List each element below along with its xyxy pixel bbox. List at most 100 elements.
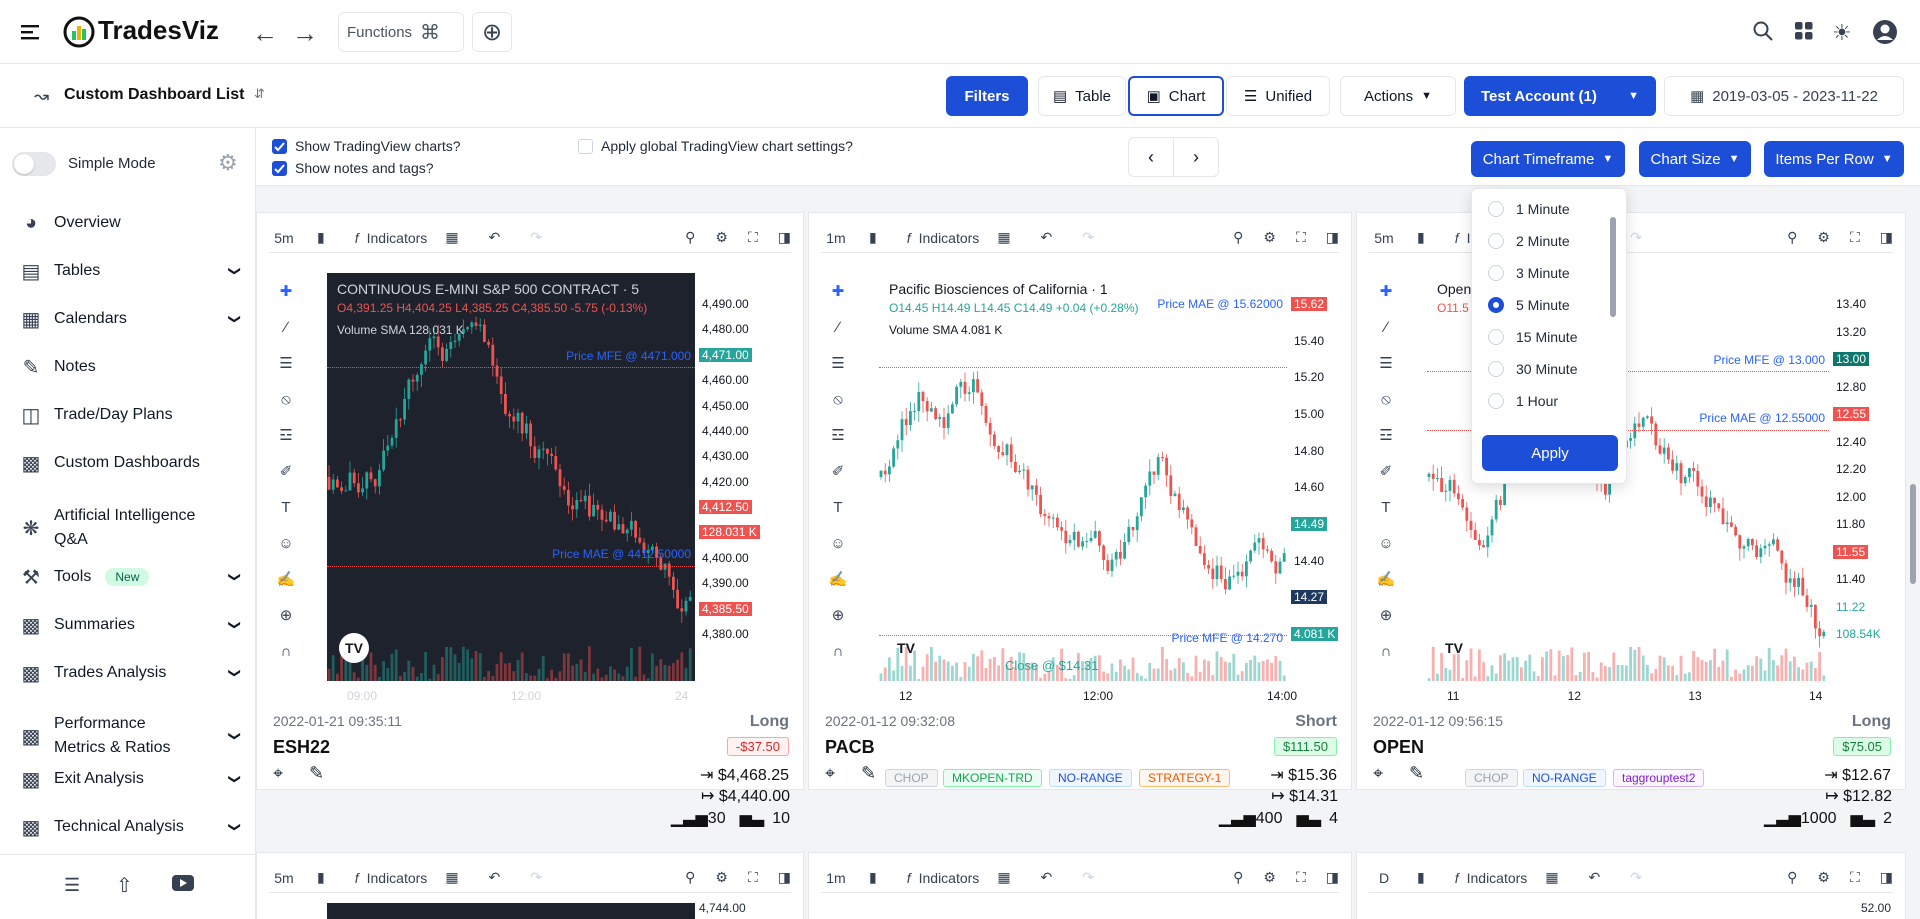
emoji-icon[interactable]: ☺ — [269, 525, 303, 561]
templates-icon[interactable]: ▦ — [445, 869, 458, 886]
alert-icon[interactable]: ⚲ — [1233, 229, 1243, 246]
candles-icon[interactable]: ▮ — [1417, 869, 1425, 886]
radio-icon[interactable] — [1488, 361, 1504, 377]
crosshair-icon[interactable]: ✚ — [1369, 273, 1403, 309]
ruler-icon[interactable]: ✍ — [269, 561, 303, 597]
text-icon[interactable]: T — [821, 489, 855, 525]
sidebar-item-trades-analysis[interactable]: ▩ Trades Analysis ❯ — [20, 662, 242, 685]
trade-symbol[interactable]: ESH22 — [273, 737, 330, 758]
zoom-icon[interactable]: ⊕ — [821, 597, 855, 633]
candles-icon[interactable]: ▮ — [1417, 229, 1425, 246]
fullscreen-icon[interactable]: ⛶ — [748, 869, 758, 886]
sort-chevron-icon[interactable]: ⇵ — [254, 86, 265, 102]
search-icon[interactable] — [1752, 20, 1774, 46]
camera-icon[interactable]: ◨ — [1326, 229, 1339, 246]
chart-size-dropdown[interactable]: Chart Size ▼ — [1639, 141, 1751, 177]
timeframe-option[interactable]: 1 Hour — [1488, 393, 1558, 409]
candles-icon[interactable]: ▮ — [317, 229, 325, 246]
sun-theme-icon[interactable]: ☀ — [1832, 20, 1852, 46]
projection-icon[interactable]: ☲ — [821, 417, 855, 453]
interval-label[interactable]: 1m — [821, 230, 851, 246]
price-chart[interactable]: CONTINUOUS E-MINI S&P 500 CONTRACT · 5 O4… — [327, 273, 695, 681]
unified-view-button[interactable]: ☰ Unified — [1226, 76, 1330, 116]
redo-icon[interactable]: ↷ — [1082, 229, 1094, 246]
sidebar-item-exit-analysis[interactable]: ▩ Exit Analysis ❯ — [20, 768, 242, 791]
interval-label[interactable]: 5m — [1369, 230, 1399, 246]
brush-icon[interactable]: ✐ — [1369, 453, 1403, 489]
actions-dropdown[interactable]: Actions ▼ — [1340, 76, 1456, 116]
function-icon[interactable]: f — [355, 870, 359, 886]
main-scrollbar[interactable] — [1908, 194, 1918, 914]
sidebar-item-artificial-intelligence[interactable]: ❋ Artificial Intelligence Q&A — [20, 504, 240, 552]
undo-icon[interactable]: ↶ — [1041, 869, 1053, 886]
hamburger-menu-icon[interactable] — [20, 22, 42, 42]
settings-icon[interactable]: ⚙ — [1817, 869, 1830, 886]
forward-arrow-icon[interactable]: → — [292, 18, 318, 49]
youtube-icon[interactable] — [172, 875, 194, 891]
dashboard-title[interactable]: Custom Dashboard List — [64, 86, 244, 104]
target-icon[interactable]: ⌖ — [825, 763, 835, 784]
redo-icon[interactable]: ↷ — [1630, 869, 1642, 886]
templates-icon[interactable]: ▦ — [1545, 869, 1558, 886]
camera-icon[interactable]: ◨ — [1880, 229, 1893, 246]
date-range-picker[interactable]: ▦ 2019-03-05 - 2023-11-22 — [1664, 76, 1904, 116]
fib-icon[interactable]: ☰ — [1369, 345, 1403, 381]
edit-pencil-icon[interactable]: ✎ — [861, 763, 876, 784]
tag-badge[interactable]: NO-RANGE — [1049, 769, 1132, 787]
candles-icon[interactable]: ▮ — [317, 869, 325, 886]
settings-icon[interactable]: ⚙ — [1817, 229, 1830, 246]
fib-icon[interactable]: ☰ — [821, 345, 855, 381]
sidebar-item-technical-analysis[interactable]: ▩ Technical Analysis ❯ — [20, 816, 242, 839]
settings-icon[interactable]: ⚙ — [1263, 229, 1276, 246]
projection-icon[interactable]: ☲ — [269, 417, 303, 453]
candles-icon[interactable]: ▮ — [869, 869, 877, 886]
candles-icon[interactable]: ▮ — [869, 229, 877, 246]
pattern-icon[interactable]: ⦸ — [1369, 381, 1403, 417]
show-tv-option[interactable]: Show TradingView charts? — [272, 138, 461, 154]
trade-symbol[interactable]: OPEN — [1373, 737, 1424, 758]
functions-button[interactable]: Functions ⌘ — [338, 12, 464, 52]
projection-icon[interactable]: ☲ — [1369, 417, 1403, 453]
indicators-label[interactable]: Indicators — [919, 870, 980, 886]
timeframe-option[interactable]: 1 Minute — [1488, 201, 1570, 217]
radio-icon[interactable] — [1488, 329, 1504, 345]
sidebar-item-calendars[interactable]: ▦ Calendars ❯ — [20, 308, 242, 331]
pattern-icon[interactable]: ⦸ — [821, 381, 855, 417]
settings-icon[interactable]: ⚙ — [715, 229, 728, 246]
settings-icon[interactable]: ⚙ — [715, 869, 728, 886]
fullscreen-icon[interactable]: ⛶ — [1296, 229, 1306, 246]
trade-symbol[interactable]: PACB — [825, 737, 875, 758]
camera-icon[interactable]: ◨ — [1326, 869, 1339, 886]
ruler-icon[interactable]: ✍ — [821, 561, 855, 597]
templates-icon[interactable]: ▦ — [997, 869, 1010, 886]
function-icon[interactable]: f — [907, 870, 911, 886]
alert-icon[interactable]: ⚲ — [1233, 869, 1243, 886]
indicators-label[interactable]: Indicators — [367, 870, 428, 886]
function-icon[interactable]: f — [355, 230, 359, 246]
emoji-icon[interactable]: ☺ — [821, 525, 855, 561]
user-avatar-icon[interactable] — [1872, 19, 1898, 49]
tag-badge[interactable]: taggrouptest2 — [1613, 769, 1705, 787]
timeframe-apply-button[interactable]: Apply — [1482, 435, 1618, 471]
dropdown-scrollbar[interactable] — [1610, 217, 1616, 317]
undo-icon[interactable]: ↶ — [1041, 229, 1053, 246]
camera-icon[interactable]: ◨ — [778, 869, 791, 886]
sidebar-item-custom-dashboards[interactable]: ▩ Custom Dashboards — [20, 452, 240, 475]
fullscreen-icon[interactable]: ⛶ — [748, 229, 758, 246]
magnet-icon[interactable]: ∩ — [1369, 633, 1403, 669]
radio-icon[interactable] — [1488, 201, 1504, 217]
interval-label[interactable]: 1m — [821, 870, 851, 886]
timeframe-option[interactable]: 3 Minute — [1488, 265, 1570, 281]
trend-line-icon[interactable]: ∕ — [1369, 309, 1403, 345]
next-page-button[interactable]: › — [1173, 137, 1219, 177]
pattern-icon[interactable]: ⦸ — [269, 381, 303, 417]
tag-badge[interactable]: CHOP — [1465, 769, 1518, 787]
tag-badge[interactable]: CHOP — [885, 769, 938, 787]
settings-icon[interactable]: ⚙ — [1263, 869, 1276, 886]
magnet-icon[interactable]: ∩ — [269, 633, 303, 669]
alert-icon[interactable]: ⚲ — [1787, 229, 1797, 246]
target-icon[interactable]: ⌖ — [1373, 763, 1383, 784]
radio-icon[interactable] — [1488, 393, 1504, 409]
radio-icon[interactable] — [1488, 265, 1504, 281]
brush-icon[interactable]: ✐ — [821, 453, 855, 489]
